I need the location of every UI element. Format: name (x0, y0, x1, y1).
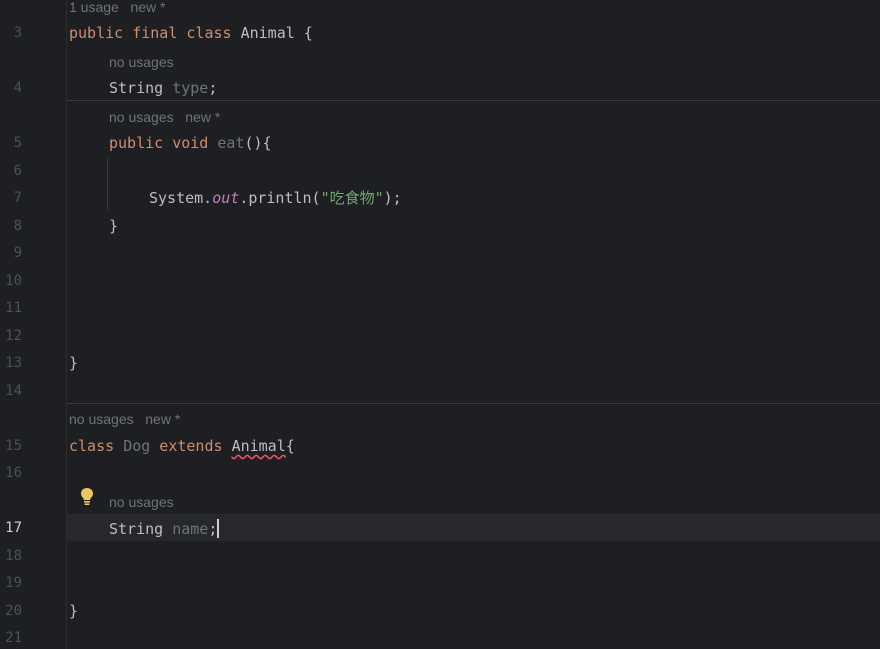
keyword: class (69, 437, 124, 455)
line-number[interactable]: 7 (0, 189, 22, 207)
code-line-17[interactable]: String name; (109, 519, 220, 538)
line-number[interactable]: 12 (0, 327, 22, 345)
keyword: extends (150, 437, 232, 455)
string-literal: "吃食物" (320, 189, 384, 207)
type-name: String (109, 79, 173, 97)
lightbulb-icon[interactable] (79, 487, 95, 507)
semicolon: ; (208, 520, 218, 538)
usage-hint-method-eat[interactable]: no usages new * (109, 109, 220, 125)
line-number[interactable]: 19 (0, 574, 22, 592)
line-number-current[interactable]: 17 (0, 519, 22, 537)
method-separator (67, 403, 880, 404)
indent-guide (107, 158, 108, 210)
line-number[interactable]: 3 (0, 24, 22, 42)
line-number[interactable]: 14 (0, 382, 22, 400)
line-number[interactable]: 21 (0, 629, 22, 647)
usage-hint-field-name[interactable]: no usages (109, 494, 174, 510)
field-name: name (172, 520, 209, 538)
line-number[interactable]: 18 (0, 547, 22, 565)
method-name: eat (217, 134, 245, 152)
code-line-8[interactable]: } (109, 217, 118, 235)
punctuation: ); (383, 189, 402, 207)
usage-hint-class-dog[interactable]: no usages new * (69, 411, 180, 427)
semicolon: ; (208, 79, 218, 97)
class-ref: System. (149, 189, 213, 207)
punctuation: (){ (244, 134, 272, 152)
code-line-5[interactable]: public void eat(){ (109, 134, 272, 152)
method-call: .println( (239, 189, 321, 207)
code-line-13[interactable]: } (69, 354, 78, 372)
code-line-20[interactable]: } (69, 602, 78, 620)
class-name: Animal { (231, 24, 313, 42)
keyword: public void (109, 134, 218, 152)
line-number[interactable]: 13 (0, 354, 22, 372)
code-line-4[interactable]: String type; (109, 79, 217, 97)
gutter-divider (66, 0, 67, 649)
code-line-7[interactable]: System.out.println("吃食物"); (149, 189, 402, 207)
code-line-3[interactable]: public final class Animal { (69, 24, 313, 42)
code-line-15[interactable]: class Dog extends Animal{ (69, 437, 295, 455)
static-field: out (212, 189, 240, 207)
usage-hint-field-type[interactable]: no usages (109, 54, 174, 70)
error-class-ref[interactable]: Animal (232, 437, 286, 455)
line-number[interactable]: 6 (0, 162, 22, 180)
line-number[interactable]: 9 (0, 244, 22, 262)
line-number[interactable]: 16 (0, 464, 22, 482)
class-name: Dog (123, 437, 151, 455)
line-number[interactable]: 8 (0, 217, 22, 235)
type-name: String (109, 520, 173, 538)
line-number[interactable]: 4 (0, 79, 22, 97)
text-caret (217, 519, 220, 538)
method-separator (67, 100, 880, 101)
line-number[interactable]: 20 (0, 602, 22, 620)
usage-hint-class-animal[interactable]: 1 usage new * (69, 0, 166, 15)
field-name: type (172, 79, 209, 97)
line-number[interactable]: 10 (0, 272, 22, 290)
line-number[interactable]: 5 (0, 134, 22, 152)
line-number[interactable]: 15 (0, 437, 22, 455)
line-number[interactable]: 11 (0, 299, 22, 317)
keyword: public final class (69, 24, 232, 42)
punctuation: { (285, 437, 295, 455)
